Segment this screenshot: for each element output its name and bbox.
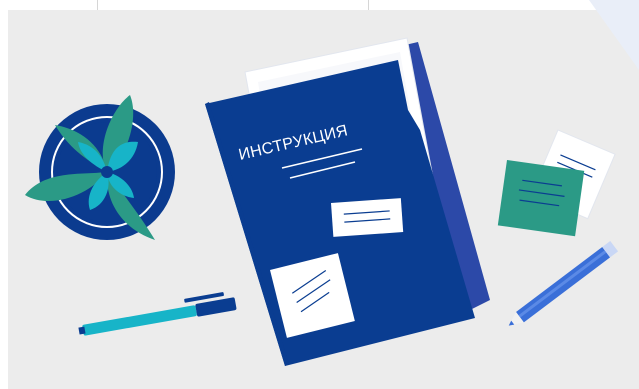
- pen-icon: [78, 292, 237, 336]
- folder-icon: ИНСТРУКЦИЯ: [205, 37, 490, 366]
- pencil-icon: [508, 240, 619, 326]
- potted-plant-icon: [25, 95, 175, 240]
- documents-scene: ИНСТРУКЦИЯ: [25, 37, 619, 366]
- sticky-notes-icon: [497, 129, 616, 237]
- folder-label-note: [331, 198, 404, 237]
- illustration-canvas: ИНСТРУКЦИЯ: [0, 0, 639, 389]
